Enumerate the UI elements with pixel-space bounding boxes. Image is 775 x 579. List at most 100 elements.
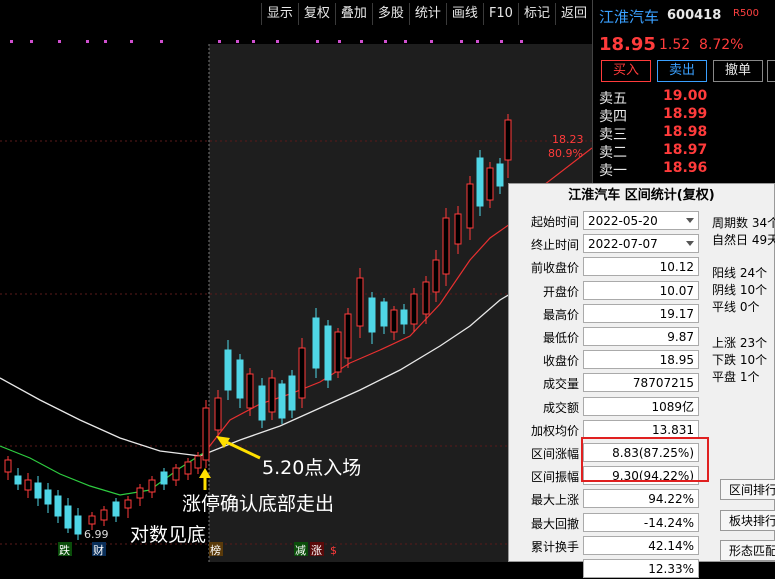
stat-value-text: 9.87 [667, 330, 694, 344]
stat-yin-lines: 阴线 10个 [712, 283, 768, 297]
stat-value-text: 94.22% [648, 492, 694, 507]
stock-code: 600418 [667, 8, 722, 23]
pattern-match-button[interactable]: 形态匹配 [720, 540, 775, 561]
stat-value-text: 78707215 [632, 376, 694, 391]
svg-text:财: 财 [93, 543, 104, 557]
stat-row: 开盘价 10.07 [509, 280, 709, 301]
toolbar-f10[interactable]: F10 [482, 3, 518, 25]
stock-flag: R500 [733, 8, 760, 19]
stat-row: 最大回撤 -14.24% [509, 512, 709, 533]
interval-ranking-button[interactable]: 区间排行 [720, 479, 775, 500]
stat-label: 累计换手 [530, 539, 579, 554]
stat-value-text: 1089亿 [651, 399, 694, 414]
stat-label: 区间振幅 [530, 470, 579, 485]
stat-yang-lines: 阳线 24个 [712, 266, 768, 280]
toolbar-stats[interactable]: 统计 [408, 3, 446, 25]
date-select[interactable]: 2022-07-07 [583, 234, 699, 254]
toolbar-overlay[interactable]: 叠加 [334, 3, 372, 25]
stat-row: 成交额 1089亿 [509, 396, 709, 417]
stat-row: 最低价 9.87 [509, 327, 709, 347]
stat-value: 10.07 [583, 280, 699, 300]
sector-ranking-button[interactable]: 板块排行 [720, 510, 775, 531]
toolbar-back[interactable]: 返回 [554, 3, 592, 25]
stat-value: -14.24% [583, 512, 699, 532]
chevron-down-icon[interactable] [686, 241, 694, 247]
stat-value-text: 12.33% [648, 562, 694, 576]
more-button[interactable] [767, 60, 775, 82]
kline-chart[interactable]: 18.23 80.9% 6.99 5.20点入场 涨停确认底部走出 对数见底 跌… [0, 28, 592, 562]
stat-value-text: 18.95 [659, 353, 694, 368]
date-select[interactable]: 2022-05-20 [583, 211, 699, 230]
low-price-label: 6.99 [84, 528, 109, 541]
stat-value: 78707215 [583, 373, 699, 393]
stat-label: 开盘价 [542, 284, 579, 299]
svg-text:跌: 跌 [59, 543, 70, 557]
stat-value: 9.87 [583, 327, 699, 346]
stat-value: 1089亿 [583, 396, 699, 416]
stock-name[interactable]: 江淮汽车 [599, 6, 659, 27]
stat-value-text: 19.17 [659, 306, 694, 321]
toolbar-draw[interactable]: 画线 [445, 3, 483, 25]
stat-value-text: 42.14% [648, 538, 694, 553]
stat-label: 收盘价 [542, 354, 579, 369]
stat-label: 最低价 [542, 331, 579, 345]
stat-label: 最高价 [542, 307, 579, 322]
svg-text:减: 减 [295, 544, 306, 557]
stat-row: 收盘价 18.95 [509, 350, 709, 370]
stat-label: 前收盘价 [530, 261, 579, 276]
stat-label: 加权均价 [530, 423, 579, 438]
ask-level: 卖五 19.00 [599, 88, 708, 107]
stat-row: 起始时间 2022-05-20 [509, 211, 709, 231]
stat-label: 最大回撤 [530, 516, 579, 531]
stat-even-count: 平盘 1个 [712, 370, 760, 384]
svg-text:涨: 涨 [311, 544, 322, 557]
stat-flat-lines: 平线 0个 [712, 300, 760, 314]
stat-value-text: 10.07 [659, 283, 694, 298]
buy-button[interactable]: 买入 [601, 60, 651, 82]
stat-row: 成交量 78707215 [509, 373, 709, 393]
stat-value: 10.12 [583, 257, 699, 277]
stat-value: 13.831 [583, 419, 699, 439]
stat-label: 平均换手 [530, 563, 579, 577]
dialog-title: 江淮汽车 区间统计(复权) [568, 188, 715, 203]
stat-down-count: 下跌 10个 [712, 353, 768, 367]
price-change: 1.52 [659, 37, 691, 53]
chevron-down-icon[interactable] [686, 218, 694, 223]
sell-button[interactable]: 卖出 [657, 60, 707, 82]
stat-value-text: 2022-05-20 [588, 214, 658, 228]
pct-axis-label: 80.9% [548, 147, 583, 160]
stat-up-count: 上涨 23个 [712, 336, 768, 350]
interval-stats-dialog: 江淮汽车 区间统计(复权) 起始时间 2022-05-20 终止时间 2022-07-… [508, 183, 775, 578]
stat-label: 区间涨幅 [530, 447, 579, 461]
ask-book: 卖五 19.00 卖四 18.99 卖三 18.98 卖二 18.97 卖一 18.96 [599, 88, 708, 179]
stat-value-text: 10.12 [659, 260, 694, 275]
ask-level: 卖四 18.99 [599, 106, 708, 125]
svg-text:榜: 榜 [210, 543, 221, 557]
stat-value: 18.95 [583, 350, 699, 370]
stat-value-text: -14.24% [643, 515, 694, 530]
toolbar-multi[interactable]: 多股 [371, 3, 409, 25]
toolbar-mark[interactable]: 标记 [517, 3, 555, 25]
toolbar-display[interactable]: 显示 [260, 3, 298, 25]
stat-row: 累计换手 42.14% [509, 535, 709, 556]
stat-period-count: 周期数 34个 [712, 216, 775, 230]
price-change-pct: 8.72% [699, 37, 744, 53]
stat-value: 19.17 [583, 303, 699, 323]
stat-label: 终止时间 [530, 238, 579, 253]
stat-row: 终止时间 2022-07-07 [509, 234, 709, 254]
stat-value-text: 2022-07-07 [588, 237, 658, 252]
cancel-button[interactable]: 撤单 [713, 60, 763, 82]
ask-level: 卖三 18.98 [599, 124, 708, 143]
stat-value: 94.22% [583, 489, 699, 509]
ask-level: 卖一 18.96 [599, 160, 708, 179]
stat-row: 前收盘价 10.12 [509, 257, 709, 277]
svg-text:$: $ [330, 544, 337, 557]
bottom-annotation: 对数见底 [130, 524, 206, 546]
stat-row: 平均换手 12.33% [509, 559, 709, 579]
stat-value: 42.14% [583, 535, 699, 555]
stat-label: 起始时间 [530, 215, 579, 229]
quote-panel: 江淮汽车 600418 R500 18.95 1.52 8.72% 买入 卖出 … [592, 0, 775, 183]
price-axis-label: 18.23 [552, 133, 584, 146]
ask-level: 卖二 18.97 [599, 142, 708, 161]
toolbar-adjust[interactable]: 复权 [297, 3, 335, 25]
